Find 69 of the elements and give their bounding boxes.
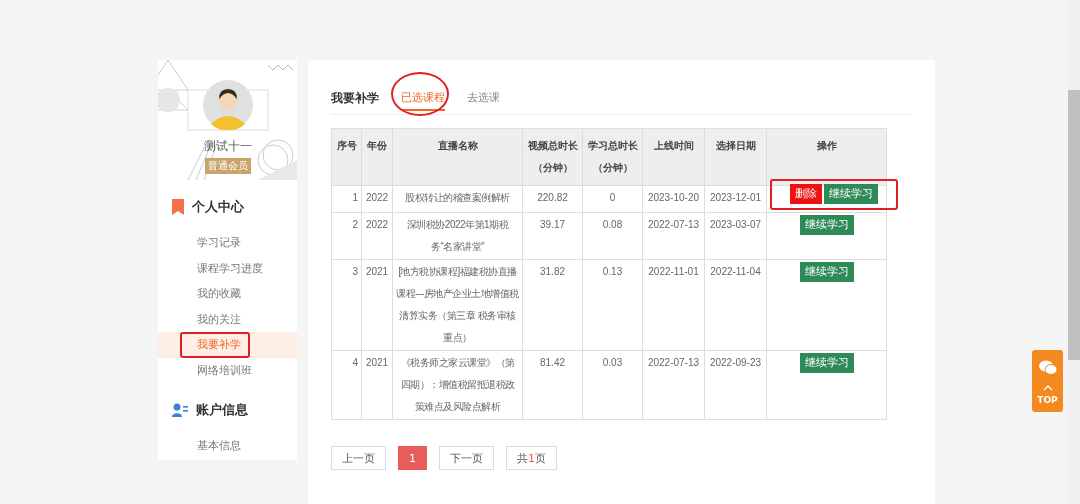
column-header: 年份 [361, 128, 393, 186]
table-cell: 2021 [361, 259, 393, 351]
table-cell: 股权转让的稽查案例解析 [392, 185, 523, 213]
chat-icon [1038, 360, 1057, 375]
next-page-button[interactable]: 下一页 [439, 446, 494, 470]
tab[interactable]: 已选课程 [401, 85, 445, 111]
table-cell: 1 [331, 185, 362, 213]
table-cell: 2023-12-01 [704, 185, 767, 213]
continue-button[interactable]: 继续学习 [824, 184, 878, 204]
column-header: 学习总时长 （分钟） [582, 128, 643, 186]
column-header: 操作 [766, 128, 887, 186]
table-cell: 2022 [361, 185, 393, 213]
total-label: 共 [517, 450, 528, 466]
table-cell: 2021 [361, 350, 393, 420]
bookmark-icon [172, 199, 184, 215]
page-button[interactable]: 1 [398, 446, 427, 470]
nav-item[interactable]: 课程学习进度 [158, 255, 297, 281]
continue-button[interactable]: 继续学习 [799, 353, 854, 373]
section-title: 个人中心 [192, 198, 244, 216]
table-cell: 2022-07-13 [642, 212, 705, 260]
column-header: 直播名称 [392, 128, 523, 186]
column-header: 上线时间 [642, 128, 705, 186]
back-to-top-button[interactable]: TOP [1032, 350, 1063, 412]
scrollbar[interactable] [1068, 0, 1080, 504]
nav-item[interactable]: 网络培训班 [158, 357, 297, 383]
user-icon [172, 403, 188, 417]
table-cell: 2023-10-20 [642, 185, 705, 213]
table-cell: 2022 [361, 212, 393, 260]
table-cell: 3 [331, 259, 362, 351]
table-cell: 4 [331, 350, 362, 420]
user-name: 测试十一 [203, 138, 252, 155]
nav-item[interactable]: 我的关注 [158, 306, 297, 332]
table-cell: 深圳税协2022年第1期税务“名家讲堂” [392, 212, 523, 260]
table-cell: 39.17 [522, 212, 583, 260]
table-cell: 2 [331, 212, 362, 260]
total-label: 页 [535, 450, 546, 466]
page-title: 我要补学 [331, 89, 379, 107]
nav-item[interactable]: 我的收藏 [158, 281, 297, 307]
table-cell: 0 [582, 185, 643, 213]
table-cell: 《税务师之家云课堂》（第四期）：增值税留抵退税政策难点及风险点解析 [392, 350, 523, 420]
table-cell: 2022-11-04 [704, 259, 767, 351]
continue-button[interactable]: 继续学习 [799, 262, 854, 282]
section-title: 账户信息 [196, 401, 248, 419]
nav-item[interactable]: 基本信息 [158, 433, 297, 459]
avatar [202, 80, 253, 130]
caret-up-icon [1042, 385, 1053, 391]
table-cell: 0.08 [582, 212, 643, 260]
table-cell: 0.03 [582, 350, 643, 420]
nav-item[interactable]: 我要补学 [158, 332, 297, 358]
scrollbar-thumb[interactable] [1068, 90, 1080, 360]
table-cell: 2022-11-01 [642, 259, 705, 351]
table-cell: 81.42 [522, 350, 583, 420]
total-count: 1 [528, 451, 535, 465]
table-cell: 31.82 [522, 259, 583, 351]
table-cell: 2022-07-13 [642, 350, 705, 420]
column-header: 视频总时长 （分钟） [522, 128, 583, 186]
table-cell: 220.82 [522, 185, 583, 213]
column-header: 序号 [331, 128, 362, 186]
column-header: 选择日期 [704, 128, 767, 186]
nav-item[interactable]: 学习记录 [158, 230, 297, 256]
table-cell: 2022-09-23 [704, 350, 767, 420]
member-badge: 普通会员 [204, 158, 251, 174]
table-cell: [地方税协课程]福建税协直播课程---房地产企业土地增值税清算实务（第三章 税务审核重点） [392, 259, 523, 351]
prev-page-button[interactable]: 上一页 [331, 446, 386, 470]
continue-button[interactable]: 继续学习 [799, 215, 854, 235]
table-cell: 2023-03-07 [704, 212, 767, 260]
table-cell: 0.13 [582, 259, 643, 351]
delete-button[interactable]: 删除 [790, 184, 822, 204]
tab[interactable]: 去选课 [467, 85, 500, 111]
